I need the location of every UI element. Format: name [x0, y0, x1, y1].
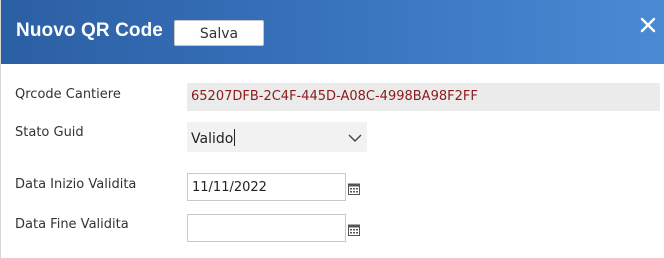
- calendar-icon[interactable]: [348, 180, 360, 195]
- dialog-title: Nuovo QR Code: [16, 20, 163, 41]
- close-icon[interactable]: [637, 14, 659, 36]
- stato-guid-select[interactable]: Valido: [187, 122, 367, 152]
- data-fine-validita-input[interactable]: [187, 214, 346, 242]
- dialog-header: Nuovo QR Code Salva: [1, 0, 664, 64]
- data-inizio-validita-input[interactable]: [187, 173, 346, 201]
- data-fine-validita-label: Data Fine Validita: [15, 217, 129, 232]
- data-inizio-validita-label: Data Inizio Validita: [15, 177, 137, 192]
- stato-guid-label: Stato Guid: [15, 125, 84, 140]
- qrcode-cantiere-label: Qrcode Cantiere: [15, 87, 121, 102]
- stato-guid-value: Valido: [191, 129, 236, 147]
- save-button[interactable]: Salva: [174, 20, 264, 46]
- calendar-icon[interactable]: [348, 221, 360, 236]
- chevron-down-icon: [348, 130, 362, 144]
- qrcode-cantiere-field: 65207DFB-2C4F-445D-A08C-4998BA98F2FF: [187, 83, 660, 111]
- new-qr-code-dialog: Nuovo QR Code Salva Qrcode Cantiere 6520…: [0, 0, 664, 258]
